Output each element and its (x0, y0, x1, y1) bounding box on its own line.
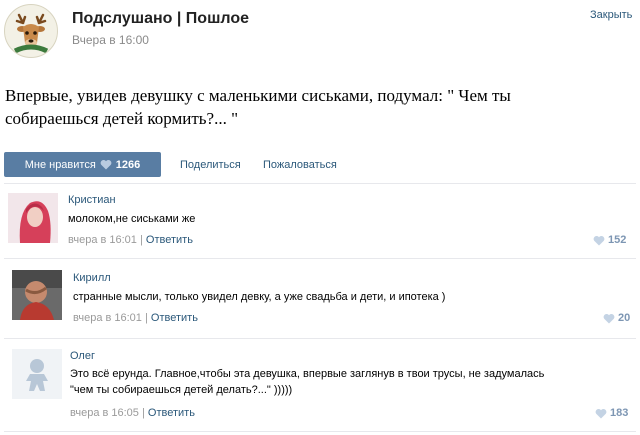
comment-avatar[interactable] (12, 349, 62, 399)
post-text-line: Впервые, увидев девушку с маленькими сис… (5, 86, 511, 105)
like-button[interactable]: Мне нравится 1266 (4, 152, 161, 177)
group-avatar[interactable] (4, 4, 58, 58)
comment-time[interactable]: вчера в 16:05 (70, 407, 139, 419)
comment-like[interactable]: 152 (593, 234, 626, 246)
share-link[interactable]: Поделиться (180, 159, 241, 171)
heart-icon (595, 408, 607, 418)
meta-separator: | (144, 312, 148, 324)
like-count: 1266 (115, 158, 141, 171)
comment-like-count: 20 (618, 312, 631, 324)
divider (4, 183, 636, 184)
comment-avatar[interactable] (8, 193, 58, 243)
comment-like-count: 183 (610, 407, 629, 419)
comment-author[interactable]: Кирилл (73, 272, 111, 284)
meta-separator: | (141, 407, 145, 419)
comment-time[interactable]: вчера в 16:01 (68, 234, 137, 246)
comment-time[interactable]: вчера в 16:01 (73, 312, 142, 324)
comment-meta: вчера в 16:01 | Ответить (68, 234, 193, 246)
post-text: Впервые, увидев девушку с маленькими сис… (5, 84, 625, 130)
comment-like[interactable]: 183 (595, 407, 628, 419)
comment-text: Это всё ерунда. Главное,чтобы эта девушк… (70, 366, 544, 398)
deer-logo-icon (6, 6, 56, 56)
close-link[interactable]: Закрыть (590, 9, 632, 21)
comment-text-line: Это всё ерунда. Главное,чтобы эта девушк… (70, 368, 545, 380)
divider (4, 338, 636, 339)
comment-like[interactable]: 20 (603, 312, 630, 324)
comment-author[interactable]: Олег (70, 350, 95, 362)
heart-icon (603, 313, 615, 323)
post-time[interactable]: Вчера в 16:00 (72, 33, 149, 47)
reply-link[interactable]: Ответить (151, 312, 198, 324)
avatar-photo-icon (8, 193, 58, 243)
comment-like-count: 152 (608, 234, 627, 246)
comment-text: молоком,не сиськами же (68, 213, 196, 225)
heart-icon (100, 160, 112, 170)
comment-meta: вчера в 16:05 | Ответить (70, 407, 195, 419)
divider (4, 431, 636, 432)
like-label: Мне нравится (24, 158, 96, 171)
heart-icon (593, 235, 605, 245)
comment-meta: вчера в 16:01 | Ответить (73, 312, 198, 324)
reply-link[interactable]: Ответить (146, 234, 193, 246)
group-name[interactable]: Подслушано | Пошлое (72, 10, 249, 28)
meta-separator: | (139, 234, 143, 246)
report-link[interactable]: Пожаловаться (263, 159, 337, 171)
comment-author[interactable]: Кристиан (68, 194, 116, 206)
reply-link[interactable]: Ответить (148, 407, 195, 419)
default-avatar-icon (12, 349, 62, 399)
post-text-line: собираешься детей кормить?... " (5, 109, 239, 128)
comment-text-line: "чем ты собираешься детей делать?..." ))… (70, 384, 293, 396)
comment-text: странные мысли, только увидел девку, а у… (73, 291, 446, 303)
divider (4, 258, 636, 259)
avatar-photo-icon (12, 270, 62, 320)
comment-avatar[interactable] (12, 270, 62, 320)
